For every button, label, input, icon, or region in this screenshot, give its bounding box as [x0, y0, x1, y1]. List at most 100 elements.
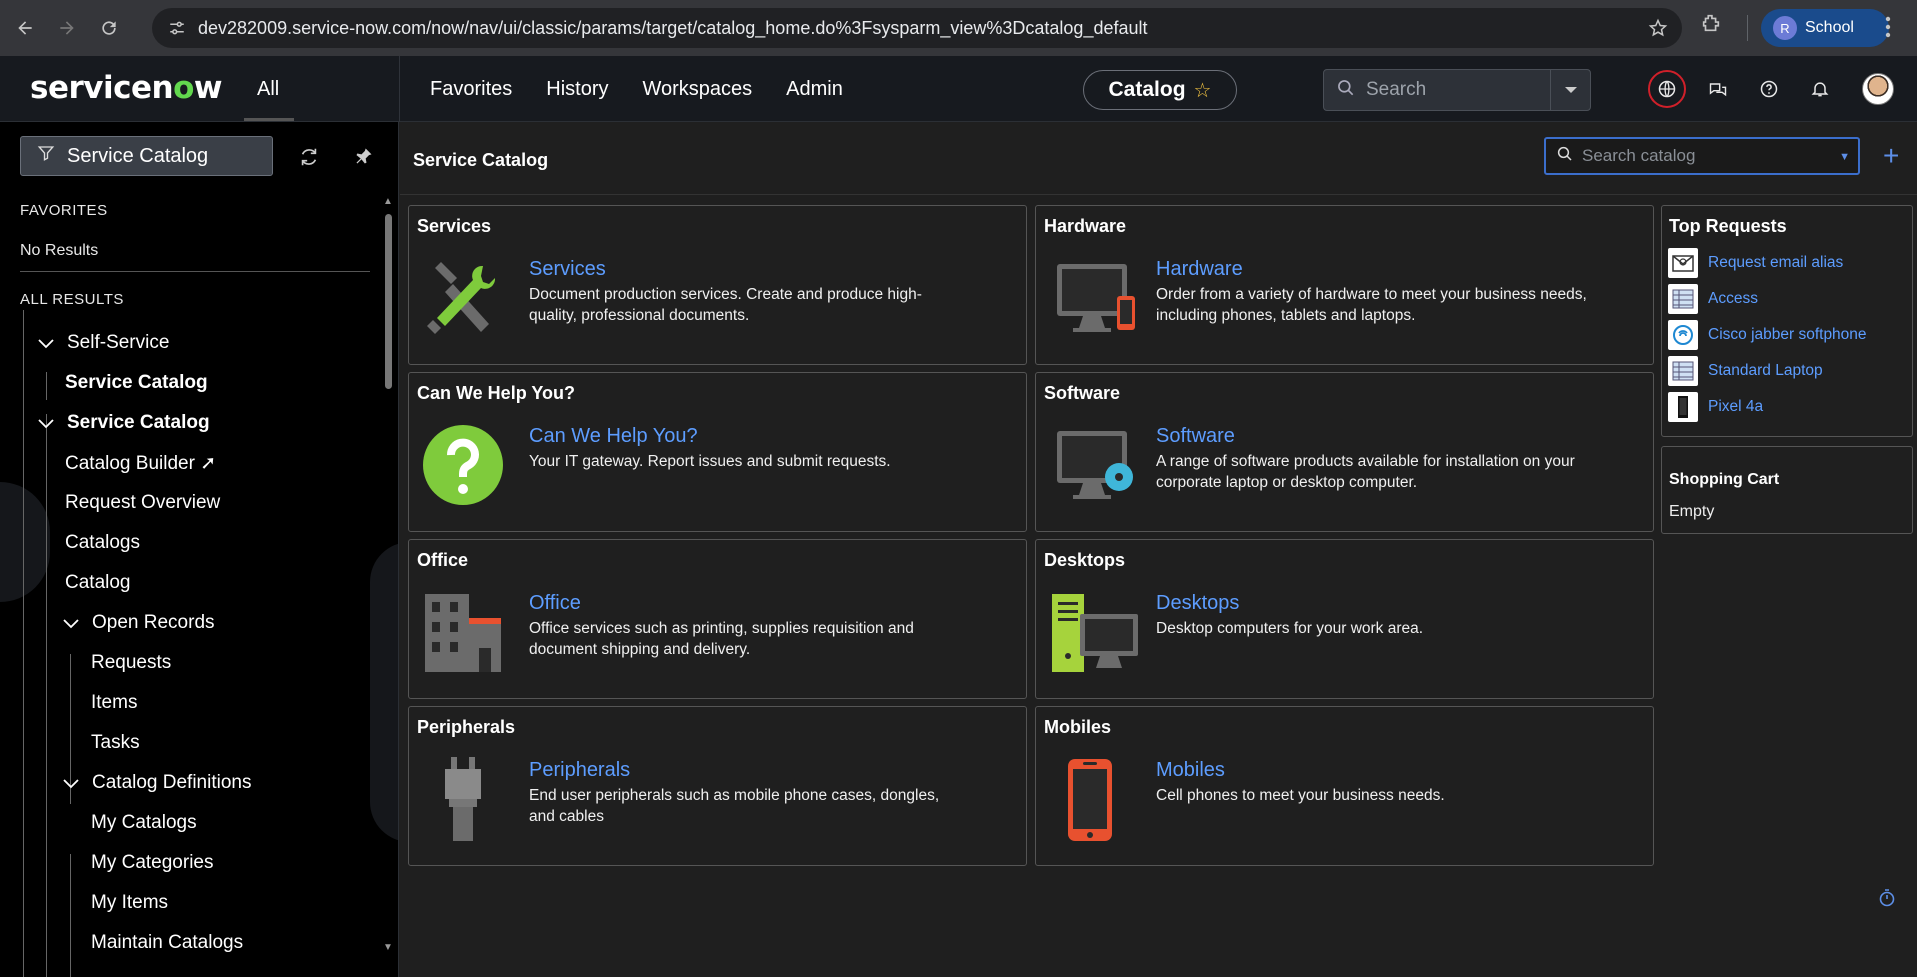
all-results-heading: ALL RESULTS [20, 291, 124, 308]
office-building-icon [423, 590, 503, 674]
catalog-search[interactable]: ▼ [1544, 137, 1860, 175]
sidebar-item-requests[interactable]: Requests [91, 652, 171, 674]
sidebar-item-request-overview[interactable]: Request Overview [65, 492, 220, 514]
card-title: Can We Help You? [417, 383, 576, 403]
global-search[interactable] [1323, 69, 1591, 111]
sidebar-item-open-records[interactable]: Open Records [92, 612, 215, 634]
card-link-hardware[interactable]: Hardware [1156, 258, 1243, 281]
chevron-down-icon[interactable] [38, 336, 54, 354]
chevron-down-icon[interactable] [63, 616, 79, 634]
all-menu-tab[interactable]: All [257, 78, 279, 101]
refresh-icon[interactable] [298, 146, 320, 173]
top-request-item[interactable]: Request email alias [1668, 248, 1843, 278]
app-header: servicenow All Favorites History Workspa… [0, 56, 1917, 122]
global-search-input[interactable] [1366, 79, 1556, 101]
sidebar-item-catalog[interactable]: Catalog [65, 572, 131, 594]
card-link-can-we-help-you[interactable]: Can We Help You? [529, 425, 698, 448]
sidebar-item-my-catalogs[interactable]: My Catalogs [91, 812, 197, 834]
card-link-peripherals[interactable]: Peripherals [529, 759, 630, 782]
browser-toolbar: dev282009.service-now.com/now/nav/ui/cla… [0, 0, 1917, 56]
favorite-star-icon[interactable]: ☆ [1194, 78, 1212, 103]
top-requests-panel: Top Requests Request email alias Access … [1661, 205, 1913, 437]
servicenow-logo[interactable]: servicenow [30, 70, 223, 106]
card-title: Mobiles [1044, 717, 1112, 737]
add-icon[interactable]: + [1883, 142, 1899, 170]
top-request-label[interactable]: Request email alias [1708, 254, 1843, 272]
reload-icon[interactable] [92, 11, 126, 45]
site-info-icon[interactable] [162, 13, 192, 43]
sidebar-item-service-catalog-group[interactable]: Service Catalog [67, 412, 210, 434]
search-scope-dropdown[interactable] [1550, 70, 1590, 110]
shopping-cart-status: Empty [1669, 503, 1715, 520]
sidebar-background-shape [370, 542, 398, 842]
chevron-down-icon[interactable] [63, 776, 79, 794]
toolbar-separator [1747, 15, 1748, 41]
table-form-icon [1668, 284, 1698, 314]
top-request-label[interactable]: Cisco jabber softphone [1708, 326, 1867, 344]
sidebar-item-service-catalog-link[interactable]: Service Catalog [65, 372, 208, 394]
url-text[interactable]: dev282009.service-now.com/now/nav/ui/cla… [198, 18, 1148, 39]
timer-icon[interactable] [1879, 889, 1895, 912]
card-link-desktops[interactable]: Desktops [1156, 592, 1239, 615]
favorites-heading: FAVORITES [20, 202, 108, 219]
globe-icon[interactable] [1648, 70, 1686, 108]
nav-workspaces[interactable]: Workspaces [642, 78, 752, 101]
header-divider [400, 194, 1917, 195]
nav-favorites[interactable]: Favorites [430, 78, 512, 101]
tools-icon [423, 256, 503, 340]
catalog-context-pill[interactable]: Catalog ☆ [1083, 70, 1237, 110]
scroll-down-arrow[interactable]: ▼ [383, 942, 393, 953]
card-link-software[interactable]: Software [1156, 425, 1235, 448]
card-link-services[interactable]: Services [529, 258, 606, 281]
top-request-item[interactable]: Access [1668, 284, 1758, 314]
sidebar-item-self-service[interactable]: Self-Service [67, 332, 169, 354]
forward-icon[interactable] [50, 11, 84, 45]
user-avatar[interactable] [1862, 73, 1894, 105]
card-link-office[interactable]: Office [529, 592, 581, 615]
top-navigation: Favorites History Workspaces Admin [430, 78, 843, 101]
address-bar[interactable]: dev282009.service-now.com/now/nav/ui/cla… [152, 8, 1682, 48]
category-card-can-we-help-you: Can We Help You? Can We Help You? Your I… [408, 372, 1027, 532]
sidebar-item-my-categories[interactable]: My Categories [91, 852, 214, 874]
top-request-label[interactable]: Pixel 4a [1708, 398, 1763, 416]
sidebar-scrollbar-thumb[interactable] [385, 214, 392, 389]
scroll-up-arrow[interactable]: ▲ [383, 196, 393, 207]
bookmark-star-icon[interactable] [1648, 18, 1668, 43]
top-request-label[interactable]: Standard Laptop [1708, 362, 1823, 380]
sidebar-item-items[interactable]: Items [91, 692, 137, 714]
sidebar-item-my-items[interactable]: My Items [91, 892, 168, 914]
profile-button[interactable]: R School [1761, 9, 1889, 47]
tree-guide [23, 310, 24, 977]
sidebar-item-tasks[interactable]: Tasks [91, 732, 140, 754]
top-request-item[interactable]: Cisco jabber softphone [1668, 320, 1867, 350]
sidebar-item-catalog-definitions[interactable]: Catalog Definitions [92, 772, 251, 794]
nav-admin[interactable]: Admin [786, 78, 843, 101]
table-form-icon [1668, 356, 1698, 386]
top-request-item[interactable]: Pixel 4a [1668, 392, 1763, 422]
help-icon[interactable] [1750, 70, 1788, 108]
sidebar-item-maintain-catalogs[interactable]: Maintain Catalogs [91, 932, 243, 954]
sidebar-item-catalogs[interactable]: Catalogs [65, 532, 140, 554]
card-description: Your IT gateway. Report issues and submi… [529, 453, 891, 470]
chevron-down-icon[interactable] [38, 416, 54, 434]
extensions-icon[interactable] [1700, 12, 1722, 39]
navigator-filter-input[interactable]: Service Catalog [20, 136, 273, 176]
software-icon [1050, 423, 1133, 507]
top-request-item[interactable]: Standard Laptop [1668, 356, 1823, 386]
top-request-label[interactable]: Access [1708, 290, 1758, 308]
header-divider [399, 56, 400, 122]
pin-icon[interactable] [354, 146, 374, 171]
chevron-down-icon[interactable]: ▼ [1839, 151, 1850, 163]
all-tab-indicator [244, 118, 294, 121]
back-icon[interactable] [8, 11, 42, 45]
browser-menu-icon[interactable] [1884, 14, 1892, 45]
nav-history[interactable]: History [546, 78, 608, 101]
catalog-search-input[interactable] [1582, 146, 1832, 166]
catalog-pill-label: Catalog [1108, 78, 1186, 101]
notification-bell-icon[interactable] [1801, 70, 1839, 108]
category-card-services: Services Services Document production se… [408, 205, 1027, 365]
card-link-mobiles[interactable]: Mobiles [1156, 759, 1225, 782]
card-title: Software [1044, 383, 1121, 403]
sidebar-item-catalog-builder[interactable]: Catalog Builder ➚ [65, 452, 216, 475]
chat-icon[interactable] [1699, 70, 1737, 108]
